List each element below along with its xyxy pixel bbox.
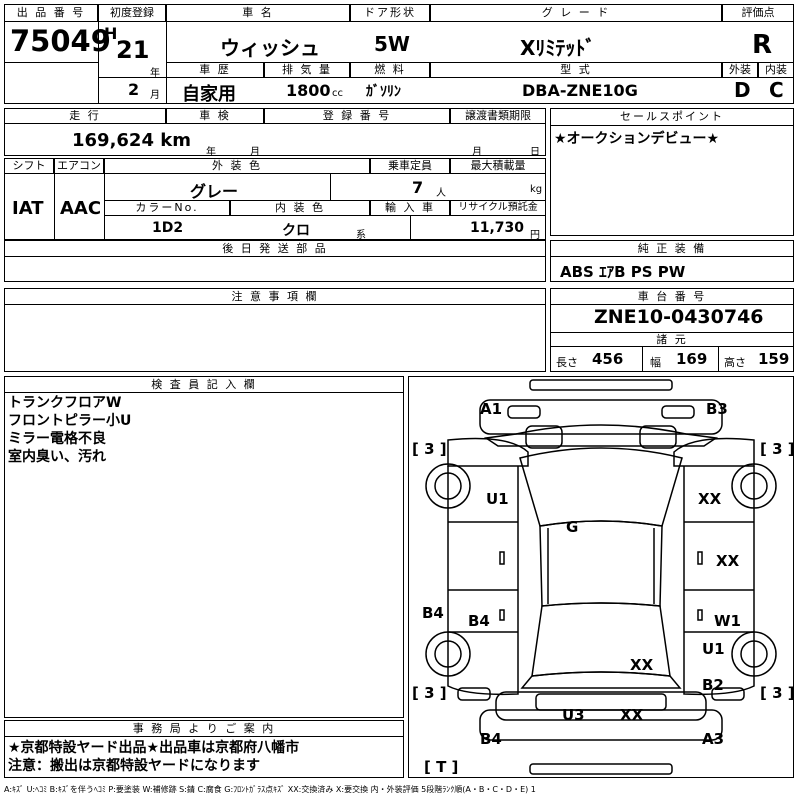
damage-mark: XX (716, 552, 740, 570)
int-color: クロ (282, 223, 310, 239)
history-label: 車 歴 (166, 62, 264, 78)
office-label: 事 務 局 よ り ご 案 内 (4, 720, 404, 737)
damage-mark: U1 (486, 490, 509, 508)
interior-grade: C (769, 78, 784, 102)
length: 456 (592, 350, 624, 368)
transfer-label: 譲渡書類期限 (450, 108, 546, 124)
width: 169 (676, 350, 708, 368)
interior-label: 内装 (758, 62, 794, 78)
reg-month: 2 (128, 80, 140, 99)
damage-mark: A3 (702, 730, 725, 748)
damage-mark: A1 (480, 400, 503, 418)
inspector-note: ミラー電格不良 (8, 431, 106, 447)
fuel-label: 燃 料 (350, 62, 430, 78)
shift-label: シフト (4, 158, 54, 174)
displacement-unit: cc (332, 88, 343, 99)
displacement: 1800 (286, 81, 331, 100)
car-name: ウィッシュ (220, 36, 320, 60)
ac-label: エアコン (54, 158, 104, 174)
tire-rear-left: [ 3 ] (412, 684, 447, 702)
load-label: 最大積載量 (450, 158, 546, 174)
model: DBA-ZNE10G (522, 81, 638, 100)
inspector-note: フロントピラー小U (8, 413, 132, 429)
color-no: 1D2 (152, 220, 184, 236)
grade-label: グ レ ー ド (430, 4, 722, 22)
inspector-note: 室内臭い、汚れ (8, 449, 106, 465)
damage-mark: XX (620, 706, 644, 724)
lot-number: 75049 (10, 24, 111, 58)
inspector-note: トランクフロアW (8, 395, 122, 411)
score-label: 評価点 (722, 4, 794, 22)
shift: IAT (12, 198, 44, 219)
tire-front-right: [ 3 ] (760, 440, 795, 458)
first-reg-label: 初度登録 (98, 4, 166, 22)
chassis-label: 車 台 番 号 (550, 288, 794, 305)
car-outline (425, 379, 777, 775)
color: グレー (190, 182, 239, 201)
legend: A:ｷｽﾞ U:ﾍｺﾐ B:ｷｽﾞを伴うﾍｺﾐ P:要塗装 W:補修跡 S:錆 … (4, 785, 536, 794)
inspector-label: 検 査 員 記 入 欄 (4, 376, 404, 393)
color-label: 外 装 色 (104, 158, 370, 174)
history: 自家用 (182, 84, 236, 105)
equipment-label: 純 正 装 備 (550, 240, 794, 257)
plate-label: 登 録 番 号 (264, 108, 450, 124)
later-parts-label: 後 日 発 送 部 品 (4, 240, 546, 257)
recycle-fee: 11,730 (470, 220, 525, 236)
displacement-label: 排 気 量 (264, 62, 350, 78)
month-unit: 月 (150, 90, 160, 101)
mileage: 169,624 km (72, 130, 191, 151)
score: R (752, 30, 773, 60)
capacity: 7 (412, 178, 424, 197)
damage-mark: B4 (468, 612, 490, 630)
recycle-label: リサイクル預託金 (450, 200, 546, 216)
fuel: ｶﾞｿﾘﾝ (366, 84, 401, 100)
damage-mark: B3 (706, 400, 728, 418)
sales-point-block (550, 108, 794, 236)
exterior-grade: D (734, 78, 751, 102)
reg-year: 21 (116, 36, 150, 64)
model-label: 型 式 (430, 62, 722, 78)
specs-label: 諸 元 (550, 332, 794, 347)
office-note: 注意：搬出は京都特設ヤードになります (8, 758, 260, 774)
inspection-label: 車 検 (166, 108, 264, 124)
office-note: ★京都特設ヤード出品★出品車は京都府八幡市 (8, 740, 300, 756)
car-name-label: 車 名 (166, 4, 350, 22)
chassis-number: ZNE10-0430746 (594, 306, 764, 328)
grade: Xﾘﾐﾃｯﾄﾞ (520, 36, 596, 60)
height: 159 (758, 350, 790, 368)
door-type: 5W (374, 32, 410, 56)
spare-tire: [ T ] (424, 758, 459, 776)
damage-mark: B4 (480, 730, 502, 748)
equipment: ABS ｴｱB PS PW (560, 263, 686, 281)
tire-front-left: [ 3 ] (412, 440, 447, 458)
damage-mark: B2 (702, 676, 724, 694)
exterior-label: 外装 (722, 62, 758, 78)
door-label: ドア形状 (350, 4, 430, 22)
damage-mark: XX (698, 490, 722, 508)
damage-mark: W1 (714, 612, 741, 630)
damage-mark: XX (630, 656, 654, 674)
damage-mark: U3 (562, 706, 585, 724)
tire-rear-right: [ 3 ] (760, 684, 795, 702)
ac: AAC (60, 198, 102, 219)
sales-point: ★オークションデビュー★ (554, 131, 720, 147)
lot-label: 出 品 番 号 (4, 4, 98, 22)
sales-label: セールスポイント (550, 108, 794, 126)
mileage-label: 走 行 (4, 108, 166, 124)
damage-mark: G (566, 518, 579, 536)
import-label: 輸 入 車 (370, 200, 450, 216)
capacity-label: 乗車定員 (370, 158, 450, 174)
damage-mark: B4 (422, 604, 444, 622)
damage-mark: U1 (702, 640, 725, 658)
int-color-label: 内 装 色 (230, 200, 370, 216)
notes-label: 注 意 事 項 欄 (4, 288, 546, 305)
color-no-label: カラーNo. (104, 200, 230, 216)
